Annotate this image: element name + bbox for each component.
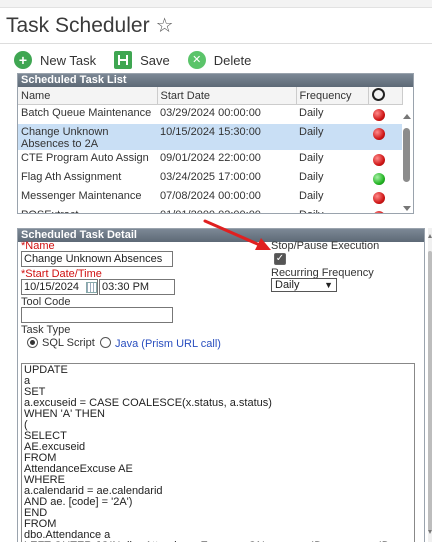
task-frequency-cell: Daily [299, 152, 324, 164]
task-status-cell [368, 169, 402, 188]
start-time-field[interactable]: 03:30 PM [99, 279, 175, 295]
save-label: Save [140, 52, 170, 68]
new-task-label: New Task [40, 52, 97, 68]
table-row[interactable]: CTE Program Auto Assign 09/01/2024 22:00:… [18, 150, 402, 169]
radio-sql-script[interactable] [27, 337, 38, 348]
star-outline-icon[interactable]: ☆ [156, 13, 174, 38]
title-divider [0, 43, 432, 44]
new-task-button[interactable]: + New Task [14, 51, 96, 69]
recurring-frequency-select[interactable]: Daily ▼ [271, 278, 337, 292]
radio-java-prism[interactable] [100, 337, 111, 348]
toolbar: + New Task Save ✕ Delete [14, 51, 269, 69]
task-name-cell: CTE Program Auto Assign [21, 152, 149, 164]
save-button[interactable]: Save [114, 51, 170, 69]
delete-button[interactable]: ✕ Delete [187, 51, 252, 69]
status-red-icon [373, 128, 385, 140]
scroll-down-arrow-icon[interactable] [403, 206, 411, 211]
scheduled-task-detail-panel: Scheduled Task Detail *Name Change Unkno… [17, 228, 425, 542]
task-frequency-cell: Daily [299, 107, 324, 119]
scroll-thumb[interactable] [403, 128, 410, 182]
stop-pause-label: Stop/Pause Execution [271, 240, 380, 252]
status-red-icon [373, 192, 385, 204]
page-title: Task Scheduler ☆ [6, 13, 174, 38]
task-name-cell: Change Unknown Absences to 2A [18, 124, 157, 150]
table-row[interactable]: Messenger Maintenance 07/08/2024 00:00:00… [18, 188, 402, 207]
chevron-down-icon: ▼ [324, 280, 333, 290]
sql-line: UPDATE [24, 364, 68, 376]
task-list-scrollbar[interactable] [401, 102, 412, 213]
task-frequency-cell: Daily [296, 124, 368, 150]
task-frequency-cell: Daily [299, 190, 324, 202]
table-row[interactable]: POSExtract01/01/2000 02:00:00Daily [18, 207, 402, 213]
name-field[interactable]: Change Unknown Absences [21, 251, 173, 267]
task-type-label: Task Type [21, 324, 71, 336]
status-ring-icon [371, 88, 385, 101]
save-disk-icon [114, 51, 133, 69]
task-name-cell: Batch Queue Maintenance [21, 107, 152, 119]
task-list-header: Scheduled Task List [18, 74, 413, 87]
task-start-date-cell: 07/08/2024 00:00:00 [160, 190, 261, 202]
column-header-frequency[interactable]: Frequency [296, 87, 369, 105]
page-scroll-down-icon[interactable] [428, 530, 432, 534]
calendar-icon[interactable] [86, 282, 97, 293]
task-status-cell [368, 150, 402, 169]
page-scroll-up-icon[interactable] [428, 234, 432, 238]
table-row[interactable]: Batch Queue Maintenance 03/29/2024 00:00:… [18, 105, 402, 125]
scheduled-task-list-panel: Scheduled Task List Name Start Date Freq… [17, 73, 414, 214]
sql-line: END [24, 507, 48, 519]
task-table-header-row: Name Start Date Frequency [18, 87, 403, 105]
task-start-date-cell: 03/24/2025 17:00:00 [160, 171, 261, 183]
delete-label: Delete [213, 52, 252, 68]
stop-pause-checkbox[interactable]: ✓ [274, 253, 286, 265]
column-header-status[interactable] [368, 87, 403, 105]
task-status-cell [368, 188, 402, 207]
task-status-cell [368, 105, 402, 125]
task-detail-body: *Name Change Unknown Absences *Start Dat… [18, 240, 424, 542]
task-status-cell [368, 124, 402, 150]
page-scroll-thumb[interactable] [428, 251, 432, 531]
table-row[interactable]: Change Unknown Absences to 2A 10/15/2024 … [18, 124, 402, 150]
task-name-cell: POSExtract [18, 207, 157, 213]
page-title-text: Task Scheduler [6, 13, 150, 37]
task-start-date-cell: 03/29/2024 00:00:00 [160, 107, 261, 119]
column-header-name[interactable]: Name [18, 87, 158, 105]
task-frequency-cell: Daily [299, 171, 324, 183]
sql-line: WHEN 'A' THEN [24, 408, 106, 420]
sql-line: AND ae. [code] = '2A') [24, 496, 133, 508]
task-name-cell: Flag Ath Assignment [21, 171, 122, 183]
table-row[interactable]: Flag Ath Assignment 03/24/2025 17:00:00 Da… [18, 169, 402, 188]
plus-icon: + [14, 51, 32, 69]
browser-top-strip [0, 0, 432, 8]
task-table: Name Start Date Frequency Batch Queue Ma… [18, 87, 403, 213]
recurring-frequency-value: Daily [275, 279, 300, 291]
scroll-up-arrow-icon[interactable] [403, 114, 411, 119]
task-start-date-cell: 10/15/2024 15:30:00 [157, 124, 296, 150]
sql-line: a [24, 375, 31, 387]
sql-line: AE.excuseid [24, 441, 86, 453]
status-red-icon [373, 154, 385, 166]
status-red-icon [373, 109, 385, 121]
sql-line: AttendanceExcuse AE [24, 463, 133, 475]
status-green-icon [373, 173, 385, 185]
page-scrollbar[interactable] [428, 228, 432, 542]
task-frequency-cell: Daily [296, 207, 368, 213]
sql-script-textarea[interactable]: UPDATE a SET a.excuseid = CASE COALESCE(x.s… [21, 363, 415, 542]
sql-line: ( [24, 419, 28, 431]
task-start-date-cell: 09/01/2024 22:00:00 [160, 152, 261, 164]
column-header-start-date[interactable]: Start Date [157, 87, 297, 105]
delete-x-icon: ✕ [187, 51, 206, 69]
tool-code-field[interactable] [21, 307, 173, 323]
status-red-icon [373, 211, 385, 213]
task-status-cell [368, 207, 402, 213]
sql-script-label[interactable]: SQL Script [42, 337, 95, 349]
task-name-cell: Messenger Maintenance [21, 190, 142, 202]
task-start-date-cell: 01/01/2000 02:00:00 [157, 207, 296, 213]
java-prism-label[interactable]: Java (Prism URL call) [115, 338, 221, 350]
